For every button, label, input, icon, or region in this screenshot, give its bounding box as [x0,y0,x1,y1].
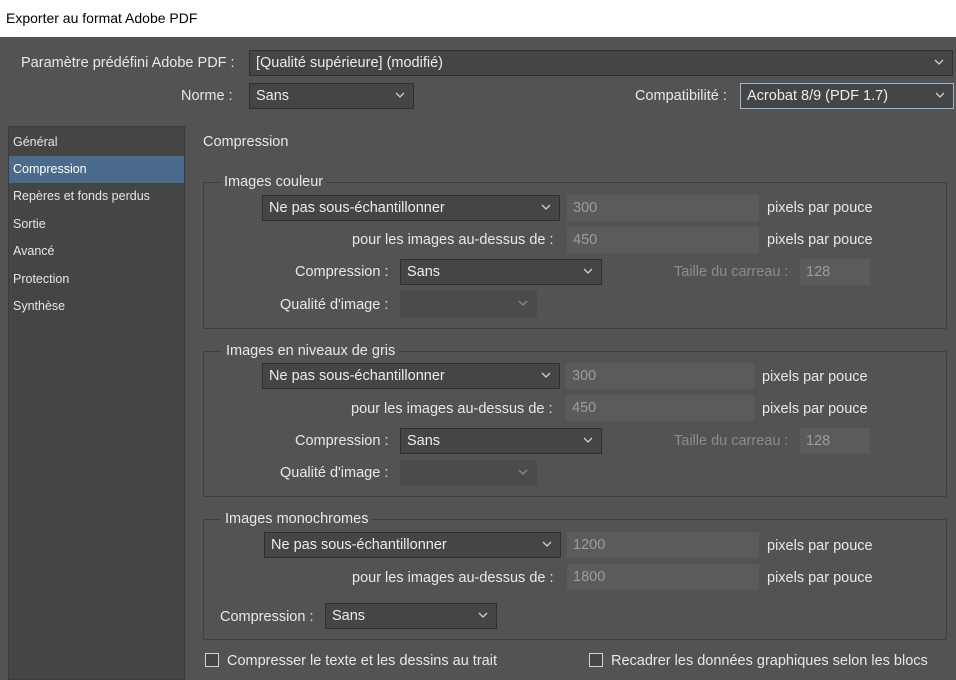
standard-label: Norme : [181,88,233,104]
compress-text-label[interactable]: Compresser le texte et les dessins au tr… [227,653,497,669]
chevron-down-icon [539,200,553,214]
sidebar-item-marks-bleeds[interactable]: Repères et fonds perdus [9,183,184,210]
chevron-down-icon [476,608,490,622]
color-above-label: pour les images au-dessus de : [352,232,554,248]
sidebar-item-summary[interactable]: Synthèse [9,293,184,320]
gray-downsample-select[interactable]: Ne pas sous-échantillonner [262,363,560,389]
chevron-down-icon [932,55,946,69]
sidebar-item-security[interactable]: Protection [9,266,184,293]
color-above-unit: pixels par pouce [767,232,873,248]
compat-value: Acrobat 8/9 (PDF 1.7) [747,88,889,104]
preset-value: [Qualité supérieure] (modifié) [256,55,443,71]
standard-select[interactable]: Sans [249,83,414,109]
chevron-down-icon [581,264,595,278]
mono-downsample-select[interactable]: Ne pas sous-échantillonner [264,532,561,558]
preset-select[interactable]: [Qualité supérieure] (modifié) [249,50,953,76]
sidebar-item-general[interactable]: Général [9,129,184,156]
color-quality-select[interactable] [400,291,537,317]
gray-downsample-value: Ne pas sous-échantillonner [269,368,445,384]
gray-tile-label: Taille du carreau : [674,433,789,449]
chevron-down-icon [539,368,553,382]
color-downsample-value: Ne pas sous-échantillonner [269,200,445,216]
mono-downsample-value: Ne pas sous-échantillonner [271,537,447,553]
gray-ppi-unit: pixels par pouce [762,369,868,385]
color-downsample-select[interactable]: Ne pas sous-échantillonner [262,195,560,221]
color-images-title: Images couleur [220,174,328,190]
sidebar-item-compression[interactable]: Compression [9,156,184,183]
mono-compression-value: Sans [332,608,366,624]
color-compression-value: Sans [407,264,441,280]
color-tile-label: Taille du carreau : [674,264,789,280]
mono-compression-label: Compression : [220,609,314,625]
mono-images-title: Images monochromes [221,511,373,527]
sidebar-item-advanced[interactable]: Avancé [9,238,184,265]
color-tile-field[interactable]: 128 [800,259,870,285]
color-above-field[interactable]: 450 [567,227,759,253]
mono-above-unit: pixels par pouce [767,570,873,586]
gray-quality-select[interactable] [400,460,537,486]
chevron-down-icon [393,88,407,102]
compress-text-checkbox[interactable] [205,653,219,667]
gray-tile-field[interactable]: 128 [800,428,870,454]
window-title: Exporter au format Adobe PDF [0,0,956,37]
mono-ppi-field[interactable]: 1200 [567,532,759,558]
mono-compression-select[interactable]: Sans [325,603,497,629]
standard-value: Sans [256,88,290,104]
crop-image-data-checkbox[interactable] [589,653,603,667]
gray-compression-value: Sans [407,433,441,449]
gray-above-field[interactable]: 450 [566,395,754,421]
gray-compression-select[interactable]: Sans [400,428,602,454]
mono-above-field[interactable]: 1800 [567,564,759,590]
compat-select[interactable]: Acrobat 8/9 (PDF 1.7) [740,83,954,109]
section-title: Compression [203,134,289,150]
chevron-down-icon [581,433,595,447]
chevron-down-icon [516,465,530,479]
gray-compression-label: Compression : [295,433,389,449]
color-compression-label: Compression : [295,264,389,280]
color-ppi-unit: pixels par pouce [767,200,873,216]
gray-above-unit: pixels par pouce [762,401,868,417]
chevron-down-icon [540,537,554,551]
mono-ppi-unit: pixels par pouce [767,538,873,554]
gray-above-label: pour les images au-dessus de : [351,401,553,417]
mono-above-label: pour les images au-dessus de : [352,570,554,586]
gray-ppi-field[interactable]: 300 [566,363,754,389]
color-quality-label: Qualité d'image : [280,297,389,313]
sidebar: Général Compression Repères et fonds per… [8,126,185,680]
gray-quality-label: Qualité d'image : [280,465,389,481]
chevron-down-icon [933,88,947,102]
color-compression-select[interactable]: Sans [400,259,602,285]
gray-images-title: Images en niveaux de gris [222,343,400,359]
crop-image-data-label[interactable]: Recadrer les données graphiques selon le… [611,653,928,669]
chevron-down-icon [516,296,530,310]
sidebar-item-output[interactable]: Sortie [9,211,184,238]
color-ppi-field[interactable]: 300 [567,195,759,221]
compat-label: Compatibilité : [635,88,727,104]
preset-label: Paramètre prédéfini Adobe PDF : [21,55,235,71]
